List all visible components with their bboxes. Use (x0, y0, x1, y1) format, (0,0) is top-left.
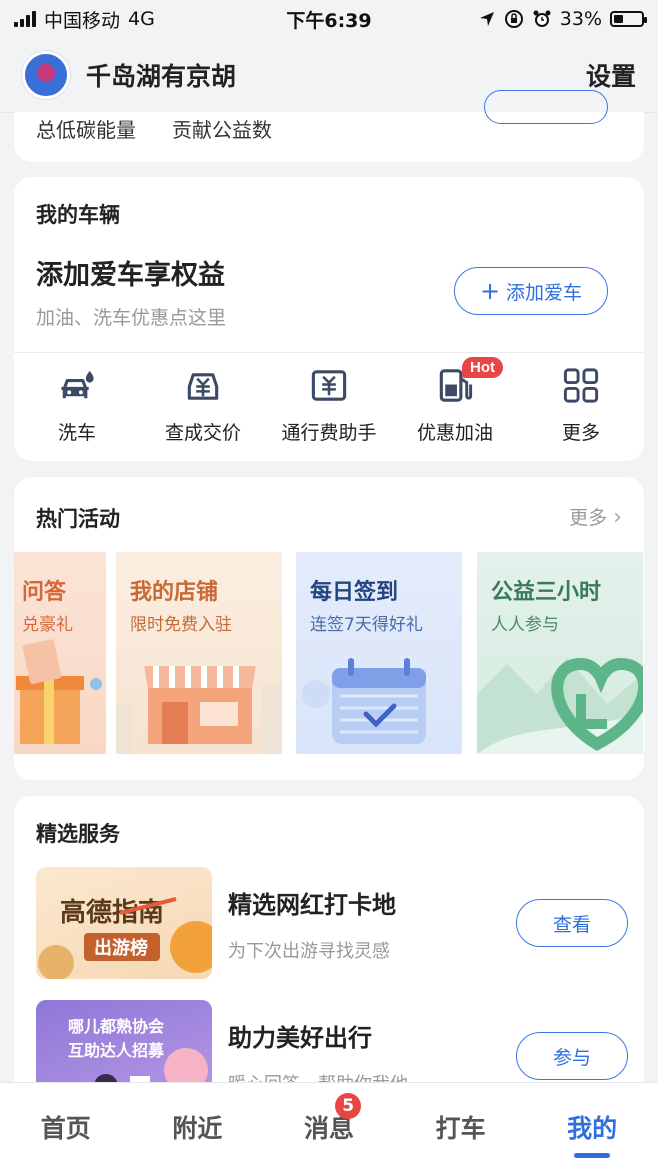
signal-icon (14, 11, 36, 27)
activity-banners: 问答 兑豪礼 我的店铺 限时免费入驻 每日签到 连签7天得好礼 公益三小时 人人… (14, 552, 644, 754)
stats-action-button[interactable] (484, 90, 608, 124)
chevron-right-icon: › (613, 505, 622, 530)
vehicle-section-title: 我的车辆 (36, 203, 120, 227)
stats-labels: 总低碳能量 贡献公益数 (36, 114, 272, 143)
status-right: 33% (434, 8, 647, 30)
quick-actions: 洗车 查成交价 通行费助手 Hot 优惠加油 更多 (14, 357, 644, 445)
car-price-icon (187, 373, 219, 400)
quick-action-more[interactable]: 更多 (518, 365, 644, 445)
charity-heart-icon (477, 657, 643, 754)
activity-banner-qa[interactable]: 问答 兑豪礼 (14, 552, 106, 754)
quick-action-label: 更多 (561, 422, 600, 444)
tab-label: 打车 (435, 1113, 486, 1143)
stats-card: 总低碳能量 贡献公益数 (14, 90, 644, 162)
view-button[interactable]: 查看 (516, 899, 628, 947)
gift-box-icon (16, 639, 102, 744)
add-car-button[interactable]: + 添加爱车 (454, 267, 608, 315)
activities-section-title: 热门活动 (36, 507, 120, 531)
plus-icon: + (479, 277, 501, 305)
charity-label[interactable]: 贡献公益数 (172, 114, 272, 143)
tab-label: 附近 (172, 1113, 223, 1143)
banner-title: 我的店铺 (130, 580, 219, 605)
status-left: 中国移动 4G (14, 6, 224, 33)
quick-action-car-wash[interactable]: 洗车 (14, 365, 140, 445)
banner-title: 公益三小时 (491, 580, 602, 605)
quick-action-label: 查成交价 (164, 422, 241, 444)
battery-icon (610, 11, 647, 27)
hot-badge: Hot (462, 357, 503, 378)
activities-more-link[interactable]: 更多 › (569, 503, 622, 530)
vehicle-headline: 添加爱车享权益 (36, 260, 225, 291)
service-image-subtitle: 出游榜 (94, 937, 148, 959)
storefront-icon (116, 666, 282, 754)
service-subtitle: 为下次出游寻找灵感 (228, 941, 390, 962)
toll-icon (311, 370, 347, 401)
quick-action-label: 洗车 (57, 422, 96, 444)
service-image-subtitle: 互助达人招募 (68, 1041, 165, 1060)
calendar-check-icon (302, 658, 426, 744)
service-item-hotspots[interactable]: 高德指南 出游榜 精选网红打卡地 为下次出游寻找灵感 查看 (36, 867, 628, 979)
battery-percent: 33% (559, 8, 602, 30)
tab-taxi[interactable]: 打车 (395, 1083, 527, 1170)
bottom-nav: 首页 附近 消息 5 打车 我的 (0, 1082, 658, 1170)
tab-mine[interactable]: 我的 (526, 1083, 658, 1170)
tab-messages[interactable]: 消息 5 (263, 1083, 395, 1170)
services-section-title: 精选服务 (36, 822, 120, 846)
banner-subtitle: 人人参与 (491, 615, 559, 635)
status-time: 下午6:39 (286, 9, 372, 32)
status-bar: 中国移动 4G 下午6:39 33% (0, 0, 658, 38)
quick-action-label: 通行费助手 (281, 422, 377, 444)
vehicle-card: 我的车辆 添加爱车享权益 加油、洗车优惠点这里 + 添加爱车 洗车 查成交价 通… (14, 177, 644, 461)
banner-subtitle: 兑豪礼 (22, 615, 73, 635)
banner-title: 问答 (22, 580, 67, 605)
unread-badge: 5 (335, 1093, 362, 1119)
low-carbon-label[interactable]: 总低碳能量 (36, 114, 136, 143)
service-title: 助力美好出行 (228, 1024, 372, 1052)
more-label: 更多 (569, 507, 608, 529)
car-wash-icon (61, 370, 94, 399)
quick-action-label: 优惠加油 (416, 422, 493, 444)
banner-title: 每日签到 (310, 580, 399, 605)
network-type: 4G (128, 8, 155, 30)
settings-button[interactable]: 设置 (586, 57, 636, 93)
banner-subtitle: 限时免费入驻 (130, 615, 232, 635)
carrier-name: 中国移动 (44, 9, 121, 32)
service-image-title: 哪儿都熟协会 (68, 1017, 164, 1036)
grid-icon (563, 368, 599, 403)
service-image-title: 高德指南 (60, 897, 164, 928)
vehicle-subtitle: 加油、洗车优惠点这里 (36, 307, 227, 329)
tab-nearby[interactable]: 附近 (132, 1083, 264, 1170)
alarm-icon (533, 10, 551, 27)
divider (14, 352, 644, 353)
activities-card: 热门活动 更多 › 问答 兑豪礼 我的店铺 限时免费入驻 每日签到 连签7天得好… (14, 477, 644, 780)
quick-action-car-price[interactable]: 查成交价 (140, 365, 266, 445)
location-arrow-icon (479, 12, 494, 26)
quick-action-toll[interactable]: 通行费助手 (266, 365, 392, 445)
tab-label: 我的 (567, 1113, 618, 1143)
tab-label: 首页 (40, 1113, 91, 1143)
rotation-lock-icon (504, 10, 523, 28)
activity-banner-shop[interactable]: 我的店铺 限时免费入驻 (116, 552, 282, 754)
activity-banner-checkin[interactable]: 每日签到 连签7天得好礼 (296, 552, 462, 754)
activity-banner-charity[interactable]: 公益三小时 人人参与 (477, 552, 643, 754)
banner-subtitle: 连签7天得好礼 (310, 615, 423, 635)
avatar[interactable] (22, 51, 70, 99)
join-button[interactable]: 参与 (516, 1032, 628, 1080)
quick-action-fuel[interactable]: Hot 优惠加油 (392, 357, 518, 445)
service-image-guide: 高德指南 出游榜 (36, 867, 212, 979)
service-title: 精选网红打卡地 (228, 891, 396, 919)
username[interactable]: 千岛湖有京胡 (86, 57, 586, 93)
tab-home[interactable]: 首页 (0, 1083, 132, 1170)
add-car-label: 添加爱车 (506, 281, 583, 304)
